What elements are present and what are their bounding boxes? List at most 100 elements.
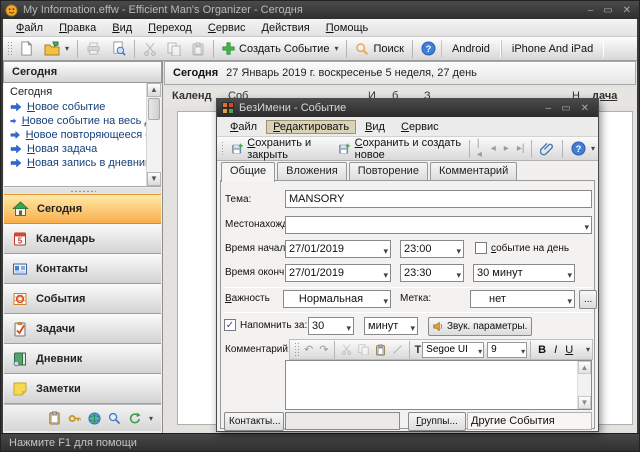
location-combobox[interactable] bbox=[285, 216, 592, 234]
italic-button[interactable]: I bbox=[550, 344, 561, 356]
sidebar-item-events[interactable]: События bbox=[4, 284, 161, 314]
cut-icon[interactable] bbox=[338, 344, 355, 355]
help-button[interactable]: ? bbox=[416, 39, 441, 58]
paste-icon bbox=[191, 42, 205, 56]
scroll-up-icon[interactable]: ▲ bbox=[147, 83, 161, 97]
mini-toolbar-overflow-icon[interactable]: ▾ bbox=[149, 414, 153, 423]
sidebar-item-tasks[interactable]: Задачи bbox=[4, 314, 161, 344]
close-icon[interactable]: ✕ bbox=[623, 5, 631, 16]
dialog-minimize-icon[interactable]: – bbox=[546, 103, 552, 114]
dialog-menu-edit[interactable]: Редактировать bbox=[266, 120, 356, 134]
save-close-button[interactable]: Сохранить и закрыть bbox=[227, 135, 334, 163]
tab-attachments[interactable]: Вложения bbox=[277, 162, 347, 181]
maximize-icon[interactable]: ▭ bbox=[603, 5, 612, 16]
shortcut-new-task[interactable]: Новая задача bbox=[4, 142, 161, 156]
last-record-icon[interactable]: ▸| bbox=[513, 143, 529, 154]
undo-icon[interactable]: ↶ bbox=[301, 343, 316, 356]
first-record-icon[interactable]: |◂ bbox=[473, 138, 487, 160]
tab-comment[interactable]: Комментарий bbox=[430, 162, 517, 181]
scroll-thumb[interactable] bbox=[148, 98, 160, 120]
shortcut-scrollbar[interactable]: ▲ ▼ bbox=[146, 83, 161, 186]
create-event-button[interactable]: Создать Событие ▾ bbox=[217, 40, 343, 57]
tag-combobox[interactable]: нет bbox=[470, 290, 575, 308]
globe-icon[interactable] bbox=[88, 412, 101, 425]
reminder-value-combobox[interactable]: 30 bbox=[308, 317, 354, 335]
redo-icon[interactable]: ↷ bbox=[316, 343, 331, 356]
scroll-down-icon[interactable]: ▼ bbox=[578, 396, 591, 409]
comment-toolbar-overflow-icon[interactable]: ▾ bbox=[586, 345, 590, 354]
sidebar-item-calendar[interactable]: 5 Календарь bbox=[4, 224, 161, 254]
print-button[interactable] bbox=[81, 39, 106, 58]
nav-label: События bbox=[36, 293, 85, 305]
sidebar-item-today[interactable]: Сегодня bbox=[4, 194, 161, 224]
paste-icon[interactable] bbox=[372, 344, 389, 356]
format-clear-icon[interactable] bbox=[389, 344, 406, 355]
dialog-close-icon[interactable]: ✕ bbox=[581, 103, 589, 114]
scroll-down-icon[interactable]: ▼ bbox=[147, 172, 161, 186]
android-button[interactable]: Android bbox=[441, 40, 501, 58]
shortcut-new-event[interactable]: Новое событие bbox=[4, 100, 161, 114]
underline-button[interactable]: U bbox=[561, 344, 577, 356]
dialog-menu-view[interactable]: Вид bbox=[358, 120, 392, 134]
dialog-menu-service[interactable]: Сервис bbox=[394, 120, 446, 134]
menu-view[interactable]: Вид bbox=[105, 21, 139, 35]
minimize-icon[interactable]: – bbox=[588, 5, 594, 16]
previous-record-icon[interactable]: ◂ bbox=[487, 143, 500, 154]
contacts-button[interactable]: Контакты... bbox=[224, 412, 284, 431]
tab-general[interactable]: Общие bbox=[221, 162, 275, 182]
font-size-combobox[interactable]: 9 bbox=[487, 342, 527, 358]
duration-combobox[interactable]: 30 минут bbox=[473, 264, 575, 282]
menu-help[interactable]: Помощь bbox=[319, 21, 376, 35]
dialog-menu-file[interactable]: Файл bbox=[223, 120, 264, 134]
dialog-help-button[interactable]: ? bbox=[566, 139, 591, 158]
next-record-icon[interactable]: ▸ bbox=[500, 143, 513, 154]
start-time-picker[interactable]: 23:00 bbox=[400, 240, 464, 258]
clipboard-icon[interactable] bbox=[48, 411, 61, 425]
tab-recurrence[interactable]: Повторение bbox=[349, 162, 428, 181]
paste-button[interactable] bbox=[186, 40, 210, 58]
copy-button[interactable] bbox=[162, 40, 186, 58]
sync-icon[interactable] bbox=[128, 412, 141, 425]
comment-textarea[interactable]: ▲ ▼ bbox=[285, 360, 592, 410]
importance-combobox[interactable]: Нормальная bbox=[283, 290, 391, 308]
groups-button[interactable]: Группы... bbox=[408, 412, 466, 431]
menu-service[interactable]: Сервис bbox=[201, 21, 253, 35]
shortcut-new-recurring-event[interactable]: Новое повторяющееся со bbox=[4, 128, 161, 142]
open-file-button[interactable]: ▾ bbox=[39, 39, 74, 58]
end-time-picker[interactable]: 23:30 bbox=[400, 264, 464, 282]
allday-label[interactable]: событие на день bbox=[491, 243, 569, 254]
font-name-combobox[interactable]: Segoe UI bbox=[422, 342, 484, 358]
key-icon[interactable] bbox=[68, 412, 81, 425]
bold-button[interactable]: B bbox=[534, 344, 550, 356]
cut-button[interactable] bbox=[138, 40, 162, 58]
iphone-ipad-button[interactable]: iPhone And iPad bbox=[501, 40, 604, 58]
attachment-button[interactable] bbox=[535, 139, 559, 158]
subject-input[interactable]: MANSORY bbox=[285, 190, 592, 208]
sound-settings-button[interactable]: Звук. параметры. bbox=[428, 317, 532, 336]
save-new-button[interactable]: Сохранить и создать новое bbox=[334, 135, 466, 163]
new-document-button[interactable] bbox=[14, 39, 39, 58]
menu-file[interactable]: Файл bbox=[9, 21, 50, 35]
menu-actions[interactable]: Действия bbox=[255, 21, 317, 35]
comment-scrollbar[interactable]: ▲ ▼ bbox=[577, 361, 591, 409]
shortcut-new-allday-event[interactable]: Новое событие на весь де bbox=[4, 114, 161, 128]
search-button[interactable]: Поиск bbox=[350, 40, 408, 58]
menu-go[interactable]: Переход bbox=[141, 21, 199, 35]
dialog-maximize-icon[interactable]: ▭ bbox=[561, 103, 570, 114]
search-icon[interactable] bbox=[108, 412, 121, 425]
reminder-checkbox[interactable]: ✓ bbox=[224, 319, 236, 331]
scroll-up-icon[interactable]: ▲ bbox=[578, 361, 591, 374]
end-date-picker[interactable]: 27/01/2019 bbox=[285, 264, 391, 282]
print-preview-button[interactable] bbox=[106, 39, 131, 58]
sidebar-item-diary[interactable]: Дневник bbox=[4, 344, 161, 374]
allday-checkbox[interactable] bbox=[475, 242, 487, 254]
start-date-picker[interactable]: 27/01/2019 bbox=[285, 240, 391, 258]
menu-edit[interactable]: Правка bbox=[52, 21, 103, 35]
copy-icon[interactable] bbox=[355, 344, 372, 355]
sidebar-item-notes[interactable]: Заметки bbox=[4, 374, 161, 404]
reminder-unit-combobox[interactable]: минут bbox=[364, 317, 418, 335]
tag-more-button[interactable]: ... bbox=[579, 290, 597, 309]
sidebar-item-contacts[interactable]: Контакты bbox=[4, 254, 161, 284]
toolbar-overflow-icon[interactable]: ▾ bbox=[591, 144, 595, 153]
shortcut-new-diary-entry[interactable]: Новая запись в дневнике bbox=[4, 156, 161, 170]
